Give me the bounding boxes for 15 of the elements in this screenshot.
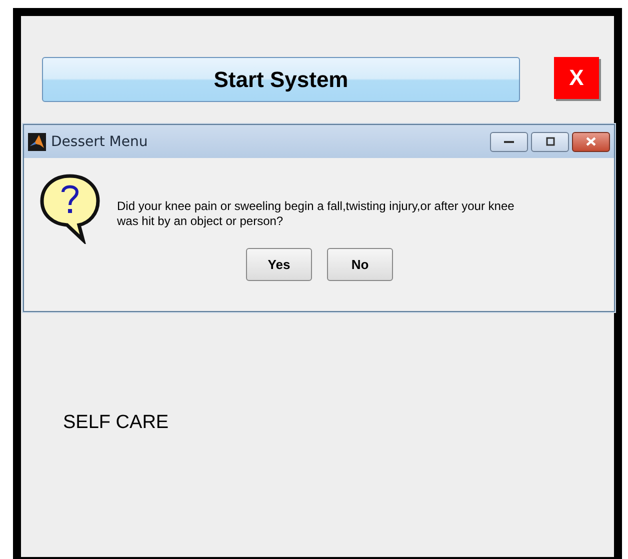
maximize-button[interactable]: [531, 132, 569, 152]
window-title: Dessert Menu: [51, 134, 148, 150]
app-logo-icon: [28, 132, 46, 150]
close-icon: [586, 137, 596, 146]
minimize-button[interactable]: [490, 132, 528, 152]
self-care-label: SELF CARE: [63, 412, 169, 434]
window-close-button[interactable]: [572, 132, 610, 152]
question-icon: [39, 172, 101, 244]
close-button[interactable]: X: [554, 57, 599, 99]
no-button[interactable]: No: [327, 248, 393, 281]
minimize-icon: [504, 140, 514, 144]
yes-button[interactable]: Yes: [246, 248, 312, 281]
start-system-button[interactable]: Start System: [42, 57, 520, 102]
restore-icon: [546, 137, 554, 146]
dialog-message: Did your knee pain or sweeling begin a fall,twisting injury,or after your knee was hit by an object or person?: [117, 199, 516, 229]
